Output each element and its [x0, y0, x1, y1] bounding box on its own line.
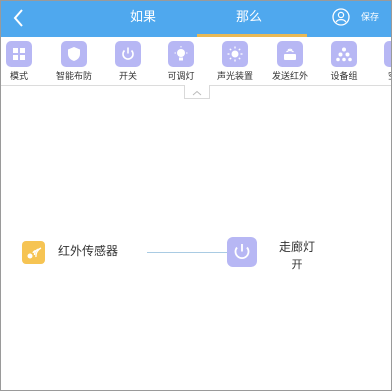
power-icon — [115, 41, 141, 67]
action-device-name: 走廊灯 — [278, 240, 315, 254]
connector-line — [147, 252, 227, 253]
chevron-left-icon — [13, 9, 23, 27]
device-group-icon — [331, 41, 357, 67]
bulb-icon — [168, 41, 194, 67]
save-button[interactable]: 保存 — [361, 10, 379, 23]
device-toolbar: 模式 智能布防 开关 可调灯 声光装置 发送红外 设备组 — [1, 37, 391, 86]
chevron-up-icon — [192, 90, 202, 96]
grid-icon — [6, 41, 32, 67]
shield-icon — [61, 41, 87, 67]
power-icon — [234, 244, 250, 260]
trigger-node[interactable] — [22, 241, 45, 264]
toolbar-item-label: 空气 — [365, 69, 391, 82]
toolbar-item-air[interactable]: 空气 — [365, 41, 391, 85]
scene-editor: 如果 那么 保存 模式 智能布防 开关 可调灯 声光装置 发送红外 设备组 红外… — [0, 0, 392, 391]
user-icon[interactable] — [331, 7, 351, 27]
infrared-sensor-icon — [27, 247, 42, 259]
header-bar: 如果 那么 保存 — [1, 1, 391, 37]
tab-then[interactable]: 那么 — [199, 1, 299, 37]
air-icon — [384, 41, 391, 67]
action-node[interactable] — [227, 237, 257, 267]
back-button[interactable] — [7, 5, 31, 31]
ir-emitter-icon — [277, 41, 303, 67]
siren-icon — [222, 41, 248, 67]
action-state: 开 — [291, 258, 303, 271]
collapse-toolbar-button[interactable] — [184, 85, 210, 99]
tab-if[interactable]: 如果 — [93, 1, 193, 37]
trigger-label: 红外传感器 — [58, 244, 119, 258]
